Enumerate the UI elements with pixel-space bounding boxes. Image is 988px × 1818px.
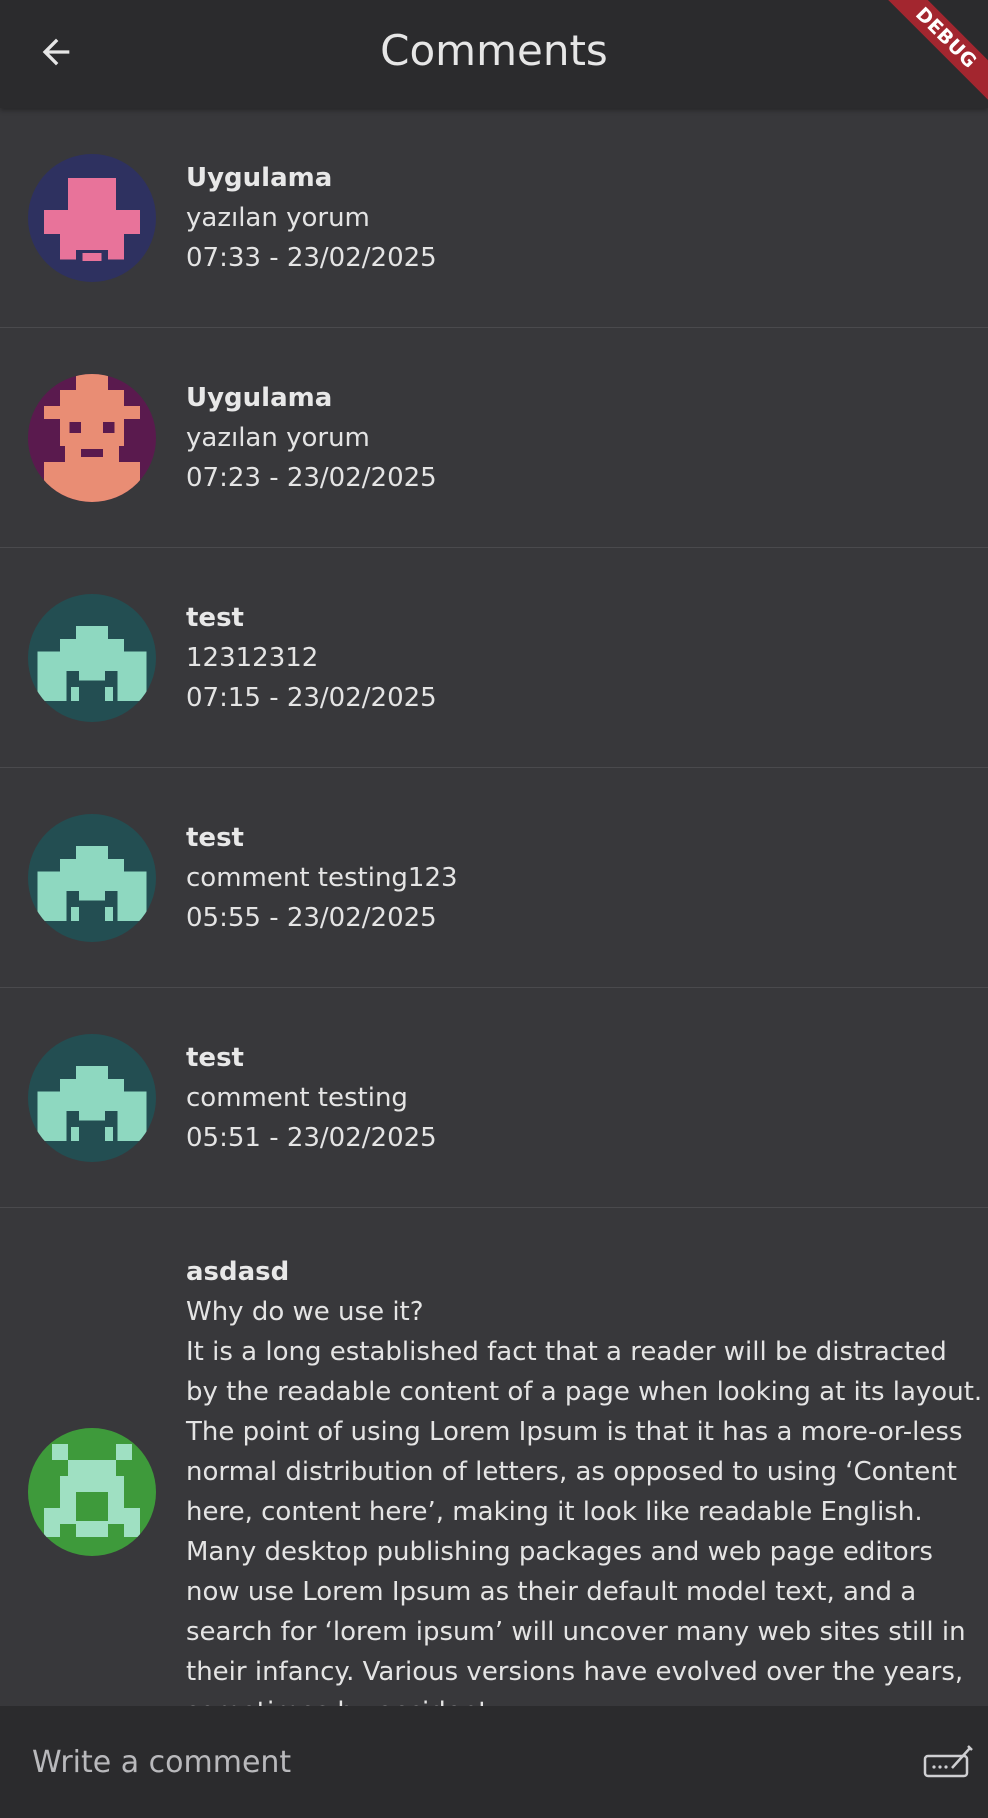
comment-author: test: [186, 822, 244, 853]
avatar: [28, 153, 156, 282]
avatar: [28, 1428, 156, 1556]
comment-author: test: [186, 1042, 244, 1073]
comment-timestamp: 05:55 - 23/02/2025: [186, 902, 437, 933]
avatar-identicon-icon: [28, 813, 156, 942]
send-button[interactable]: [916, 1734, 980, 1790]
comment-text: Why do we use it? It is a long establish…: [186, 1297, 983, 1706]
comment-author: test: [186, 602, 244, 633]
avatar-identicon-icon: [28, 373, 156, 502]
avatar-identicon-icon: [28, 153, 156, 282]
comment-item: Uygulama yazılan yorum 07:23 - 23/02/202…: [0, 328, 988, 548]
comment-timestamp: 07:23 - 23/02/2025: [186, 462, 437, 493]
comment-author: Uygulama: [186, 162, 333, 193]
comment-item: test comment testing123 05:55 - 23/02/20…: [0, 768, 988, 988]
comment-timestamp: 07:33 - 23/02/2025: [186, 242, 437, 273]
keyboard-send-icon: [923, 1745, 973, 1778]
comment-timestamp: 07:15 - 23/02/2025: [186, 682, 437, 713]
comment-input-bar: [0, 1706, 988, 1818]
comment-text: comment testing: [186, 1082, 408, 1113]
comment-author: asdasd: [186, 1257, 290, 1287]
comment-text: comment testing123: [186, 862, 458, 893]
comments-screen: Comments DEBUG Uygulama yazılan yorum 07…: [0, 0, 988, 1818]
comment-input[interactable]: [0, 1706, 900, 1818]
avatar: [28, 373, 156, 502]
avatar: [28, 593, 156, 722]
comment-list[interactable]: Uygulama yazılan yorum 07:33 - 23/02/202…: [0, 108, 988, 1706]
avatar-identicon-icon: [28, 1428, 156, 1556]
comment-item: test 12312312 07:15 - 23/02/2025: [0, 548, 988, 768]
comment-text: yazılan yorum: [186, 422, 370, 453]
comment-text: 12312312: [186, 642, 319, 673]
avatar-identicon-icon: [28, 593, 156, 722]
avatar: [28, 813, 156, 942]
avatar-identicon-icon: [28, 1033, 156, 1162]
comment-author: Uygulama: [186, 382, 333, 413]
avatar: [28, 1033, 156, 1162]
comment-item: Uygulama yazılan yorum 07:33 - 23/02/202…: [0, 108, 988, 328]
comment-text: yazılan yorum: [186, 202, 370, 233]
page-title: Comments: [380, 26, 608, 75]
comment-item: test comment testing 05:51 - 23/02/2025: [0, 988, 988, 1208]
app-bar: Comments: [0, 0, 988, 108]
comment-timestamp: 05:51 - 23/02/2025: [186, 1122, 437, 1153]
comment-item: asdasd Why do we use it? It is a long es…: [0, 1208, 988, 1706]
